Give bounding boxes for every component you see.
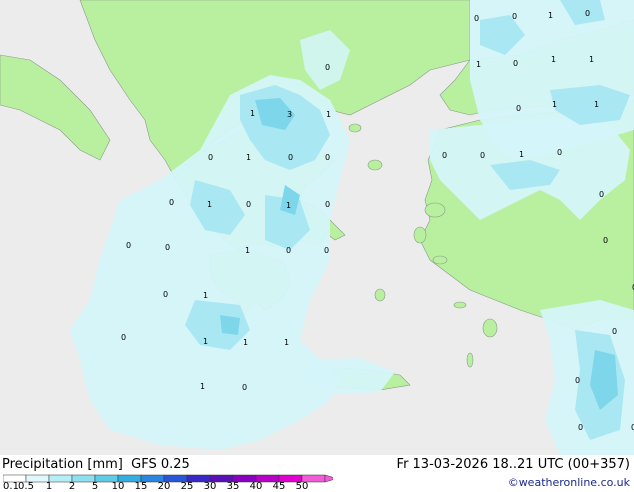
value-label: 0 bbox=[324, 246, 329, 255]
value-label: 0 bbox=[169, 198, 174, 207]
legend-tick-label: 30 bbox=[203, 481, 217, 492]
value-label: 3 bbox=[287, 110, 292, 119]
map-title: Precipitation [mm] GFS 0.25 bbox=[2, 457, 190, 472]
island-lemnos bbox=[367, 159, 383, 171]
value-label: 0 bbox=[126, 241, 131, 250]
island-naxos bbox=[374, 288, 386, 302]
legend-tick-label: 5 bbox=[91, 481, 99, 492]
legend-tick-label: 50 bbox=[295, 481, 309, 492]
legend-tick-label: 10 bbox=[111, 481, 125, 492]
value-label: 0 bbox=[516, 104, 521, 113]
value-label: 0 bbox=[286, 246, 291, 255]
valid-datetime: Fr 13-03-2026 18..21 UTC (00+357) bbox=[396, 457, 630, 472]
value-label: 0 bbox=[208, 153, 213, 162]
value-label: 0 bbox=[612, 327, 617, 336]
value-label: 0 bbox=[242, 383, 247, 392]
value-label: 0 bbox=[163, 290, 168, 299]
product-label: Precipitation [mm] bbox=[2, 457, 123, 472]
legend-tick-label: 2 bbox=[68, 481, 76, 492]
model-label: GFS 0.25 bbox=[131, 457, 190, 472]
value-label: 1 bbox=[552, 100, 557, 109]
value-label: 1 bbox=[245, 246, 250, 255]
value-label: 1 bbox=[246, 153, 251, 162]
legend-tick-label: 20 bbox=[157, 481, 171, 492]
value-label: 1 bbox=[476, 60, 481, 69]
island-thasos bbox=[348, 123, 362, 133]
value-label: 0 bbox=[575, 376, 580, 385]
island-chios bbox=[413, 226, 427, 244]
precipitation-map: 0 0 1 0 1 1 0 1 1 0 1 1 3 1 0 1 0 0 0 0 … bbox=[0, 0, 634, 455]
value-label: 0 bbox=[121, 333, 126, 342]
value-label: 1 bbox=[284, 338, 289, 347]
legend-tick-label: 0.1 bbox=[3, 481, 19, 492]
island-lesbos bbox=[424, 202, 446, 218]
value-label: 1 bbox=[203, 337, 208, 346]
island-rhodes bbox=[482, 318, 498, 338]
value-label: 1 bbox=[250, 109, 255, 118]
value-label: 1 bbox=[594, 100, 599, 109]
value-label: 1 bbox=[286, 201, 291, 210]
value-label: 0 bbox=[246, 200, 251, 209]
value-label: 1 bbox=[589, 55, 594, 64]
island-karpathos bbox=[466, 352, 474, 368]
credit-link[interactable]: ©weatheronline.co.uk bbox=[508, 476, 630, 489]
value-label: 0 bbox=[599, 190, 604, 199]
legend-tick-label: 1 bbox=[45, 481, 53, 492]
value-label: 0 bbox=[165, 243, 170, 252]
value-label: 1 bbox=[200, 382, 205, 391]
value-label: 0 bbox=[325, 200, 330, 209]
value-label: 1 bbox=[207, 200, 212, 209]
value-label: 0 bbox=[288, 153, 293, 162]
legend-overflow-arrow bbox=[324, 474, 333, 483]
island-kos bbox=[453, 301, 467, 309]
precip-heavy-4 bbox=[220, 315, 240, 335]
legend-tick-label: 25 bbox=[180, 481, 194, 492]
legend-tick-label: 40 bbox=[249, 481, 263, 492]
value-label: 0 bbox=[325, 153, 330, 162]
value-label: 0 bbox=[474, 14, 479, 23]
value-label: 0 bbox=[603, 236, 608, 245]
value-label: 0 bbox=[442, 151, 447, 160]
value-label: 0 bbox=[513, 59, 518, 68]
value-label: 0 bbox=[578, 423, 583, 432]
value-label: 1 bbox=[243, 338, 248, 347]
value-label: 0 bbox=[557, 148, 562, 157]
legend-tick-label: 45 bbox=[272, 481, 286, 492]
value-label: 1 bbox=[551, 55, 556, 64]
legend-tick-label: 0.5 bbox=[18, 481, 34, 492]
value-label: 1 bbox=[203, 291, 208, 300]
value-label: 0 bbox=[512, 12, 517, 21]
value-label: 1 bbox=[326, 110, 331, 119]
value-label: 1 bbox=[548, 11, 553, 20]
value-label: 1 bbox=[519, 150, 524, 159]
island-samos bbox=[432, 255, 448, 265]
value-label: 0 bbox=[585, 9, 590, 18]
legend-tick-label: 35 bbox=[226, 481, 240, 492]
value-label: 0 bbox=[480, 151, 485, 160]
footer: Precipitation [mm] GFS 0.25 Fr 13-03-202… bbox=[0, 455, 634, 492]
legend-tick-label: 15 bbox=[134, 481, 148, 492]
value-label: 0 bbox=[325, 63, 330, 72]
